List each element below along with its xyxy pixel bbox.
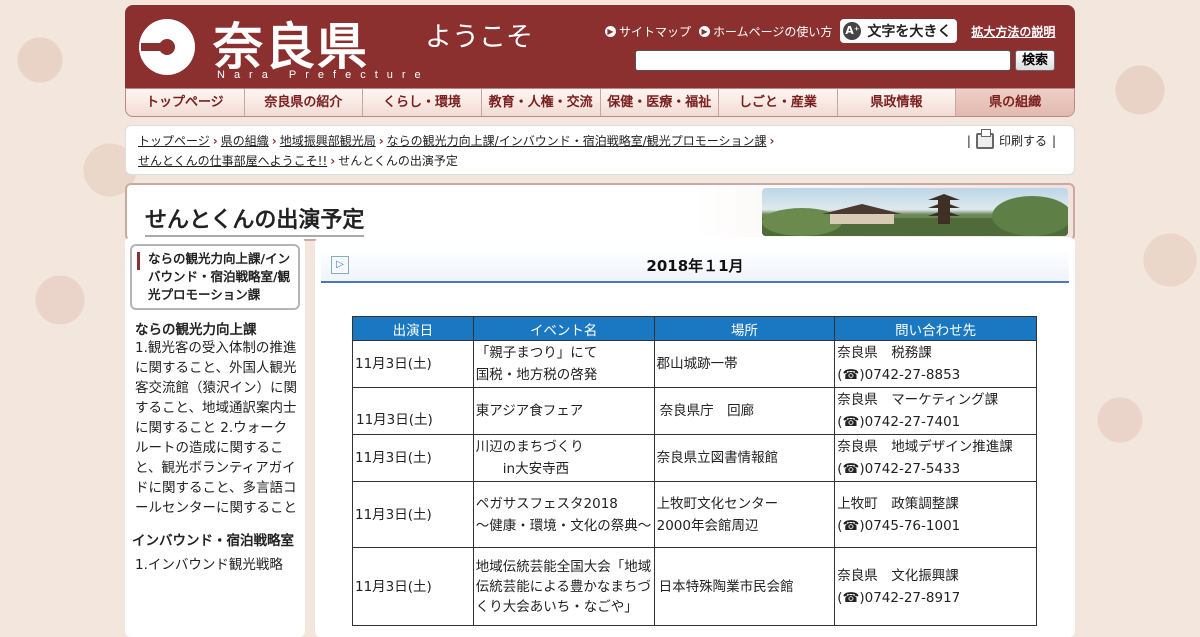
gnav-intro[interactable]: 奈良県の紹介 xyxy=(245,89,364,116)
cell-place: 奈良県立図書情報館 xyxy=(653,434,836,482)
cell-event: 地域伝統芸能全国大会「地域伝統芸能による豊かなまちづくり大会あいち・なごや」 xyxy=(472,547,655,626)
cell-date: 11月3日(土) xyxy=(352,434,474,482)
page-title: せんとくんの出演予定 xyxy=(145,202,365,237)
site-header: 奈良県 Nara Prefecture ようこそ ▶ サイトマップ ▶ ホームペ… xyxy=(125,5,1075,88)
logo-subtitle: Nara Prefecture xyxy=(217,69,430,81)
gnav-work[interactable]: しごと・産業 xyxy=(719,89,838,116)
column-header: 場所 xyxy=(653,316,836,341)
breadcrumb-link[interactable]: ならの観光力向上課/インバウンド・宿泊戦略室/観光プロモーション課 xyxy=(387,131,767,151)
cell-contact: 奈良県 マーケティング課 (☎)0742-27-7401 xyxy=(834,387,1037,435)
sitemap-link[interactable]: ▶ サイトマップ xyxy=(605,23,691,40)
table-row: 11月3日(土) 東アジア食フェア 奈良県庁 回廊 奈良県 マーケティング課 (☎… xyxy=(352,387,1037,435)
pagoda-photo xyxy=(762,188,1068,236)
sitemap-label: サイトマップ xyxy=(619,24,692,39)
arrow-circle-icon: ▶ xyxy=(699,25,711,37)
chevron-right-icon: › xyxy=(271,134,277,148)
breadcrumb: トップページ › 県の組織 › 地域振興部観光局 › ならの観光力向上課/インバウンド… xyxy=(125,125,1075,175)
chevron-right-icon: › xyxy=(330,154,336,168)
cell-event: ペガサスフェスタ2018 ～健康・環境・文化の祭典～ xyxy=(472,481,655,548)
top-links: ▶ サイトマップ ▶ ホームページの使い方 A⁺ 文字を大きく 拡大方法の説明 xyxy=(605,19,1055,43)
chevron-right-icon: › xyxy=(378,134,384,148)
cell-date: 11月3日(土) xyxy=(352,481,474,548)
table-row: 11月3日(土) 「親子まつり」にて 国税・地方税の啓発 郡山城跡一帯 奈良県 税… xyxy=(352,340,1037,388)
arrow-circle-icon: ▶ xyxy=(605,25,616,37)
cell-date: 11月3日(土) xyxy=(352,340,474,388)
main-content: ▷ 2018年１1月 出演日 イベント名 場所 問い合わせ先 11月3日(土) … xyxy=(315,237,1075,637)
sidebar-heading[interactable]: ならの観光力向上課/インバウンド・宿泊戦略室/観光プロモーション課 xyxy=(130,244,300,310)
sidebar-section-title: ならの観光力向上課 xyxy=(135,322,257,338)
enlarge-text-button[interactable]: A⁺ 文字を大きく xyxy=(840,19,958,43)
cell-date: 11月3日(土) xyxy=(352,387,474,435)
chevron-right-icon: › xyxy=(769,134,775,148)
breadcrumb-link[interactable]: トップページ xyxy=(138,131,210,151)
gnav-top[interactable]: トップページ xyxy=(126,89,245,116)
gnav-life[interactable]: くらし・環境 xyxy=(363,89,482,116)
page: 奈良県 Nara Prefecture ようこそ ▶ サイトマップ ▶ ホームペ… xyxy=(125,5,1075,241)
column-header: イベント名 xyxy=(472,316,655,341)
table-row: 11月3日(土) 川辺のまちづくり in大安寺西 奈良県立図書情報館 奈良県 地… xyxy=(352,434,1037,482)
cell-place: 奈良県庁 回廊 xyxy=(653,387,836,435)
gnav-politics[interactable]: 県政情報 xyxy=(838,89,957,116)
cell-contact: 奈良県 文化振興課 (☎)0742-27-8917 xyxy=(834,547,1037,626)
breadcrumb-link[interactable]: 県の組織 xyxy=(221,131,269,151)
table-row: 11月3日(土) 地域伝統芸能全国大会「地域伝統芸能による豊かなまちづくり大会あ… xyxy=(352,547,1037,626)
breadcrumb-link[interactable]: 地域振興部観光局 xyxy=(280,131,376,151)
sidebar: ならの観光力向上課/インバウンド・宿泊戦略室/観光プロモーション課 ならの観光力… xyxy=(125,237,305,637)
howto-link[interactable]: ▶ ホームページの使い方 xyxy=(699,23,832,40)
table-header-row: 出演日 イベント名 場所 問い合わせ先 xyxy=(352,316,1037,341)
welcome-text: ようこそ xyxy=(425,22,533,53)
events-table: 出演日 イベント名 場所 問い合わせ先 11月3日(土) 「親子まつり」にて 国税… xyxy=(352,316,1037,626)
print-label: 印刷する xyxy=(998,134,1047,148)
section-title: 2018年１1月 xyxy=(646,257,744,275)
breadcrumb-link[interactable]: せんとくんの仕事部屋へようこそ!! xyxy=(138,151,327,171)
cell-date: 11月3日(土) xyxy=(352,547,474,626)
toggle-icon[interactable]: ▷ xyxy=(331,256,349,274)
sidebar-section-text: 1.インバウンド観光戦略 xyxy=(135,557,283,573)
column-header: 出演日 xyxy=(352,316,474,341)
logo-mark-icon[interactable] xyxy=(139,19,195,75)
cell-contact: 上牧町 政策調整課 (☎)0745-76-1001 xyxy=(834,481,1037,548)
table-row: 11月3日(土) ペガサスフェスタ2018 ～健康・環境・文化の祭典～ 上牧町文化… xyxy=(352,481,1037,548)
gnav-organization[interactable]: 県の組織 xyxy=(956,89,1074,116)
sidebar-section-title: インバウンド・宿泊戦略室 xyxy=(132,533,294,549)
page-title-box: せんとくんの出演予定 xyxy=(125,183,1075,241)
expand-help-link[interactable]: 拡大方法の説明 xyxy=(971,23,1055,40)
search-input[interactable] xyxy=(635,50,1011,71)
cell-contact: 奈良県 地域デザイン推進課 (☎)0742-27-5433 xyxy=(834,434,1037,482)
enlarge-text-label: 文字を大きく xyxy=(867,24,952,40)
cell-place: 上牧町文化センター 2000年会館周辺 xyxy=(653,481,836,548)
cell-place: 日本特殊陶業市民会館 xyxy=(653,547,836,626)
column-header: 問い合わせ先 xyxy=(834,316,1037,341)
sidebar-section-text: 1.観光客の受入体制の推進に関すること、外国人観光客交流館（猿沢イン）に関するこ… xyxy=(135,340,297,516)
gnav-health[interactable]: 保健・医療・福祉 xyxy=(601,89,720,116)
cell-event: 川辺のまちづくり in大安寺西 xyxy=(472,434,655,482)
print-link[interactable]: | 印刷する | xyxy=(967,129,1056,151)
global-nav: トップページ 奈良県の紹介 くらし・環境 教育・人権・交流 保健・医療・福祉 し… xyxy=(125,88,1075,117)
breadcrumb-current: せんとくんの出演予定 xyxy=(338,154,458,168)
section-header: ▷ 2018年１1月 xyxy=(321,249,1069,283)
cell-event: 「親子まつり」にて 国税・地方税の啓発 xyxy=(472,340,655,388)
cell-place: 郡山城跡一帯 xyxy=(653,340,836,388)
gnav-education[interactable]: 教育・人権・交流 xyxy=(482,89,601,116)
cell-contact: 奈良県 税務課 (☎)0742-27-8853 xyxy=(834,340,1037,388)
chevron-right-icon: › xyxy=(212,134,218,148)
text-size-icon: A⁺ xyxy=(843,22,862,40)
howto-label: ホームページの使い方 xyxy=(713,24,833,39)
cell-event: 東アジア食フェア xyxy=(472,387,655,435)
search-button[interactable]: 検索 xyxy=(1015,50,1055,71)
printer-icon xyxy=(975,129,994,149)
